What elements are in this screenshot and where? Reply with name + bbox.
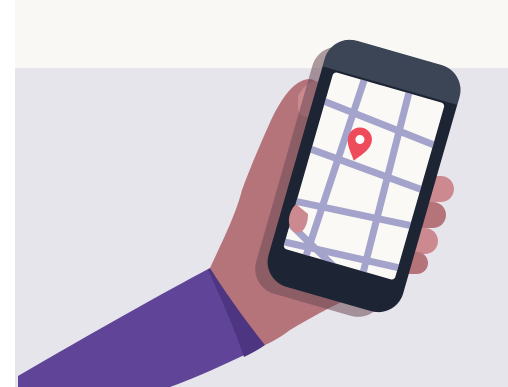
hand-holding-phone-illustration	[0, 0, 508, 387]
left-border	[0, 0, 15, 387]
illustration-scene	[0, 0, 508, 387]
top-band	[15, 0, 508, 68]
